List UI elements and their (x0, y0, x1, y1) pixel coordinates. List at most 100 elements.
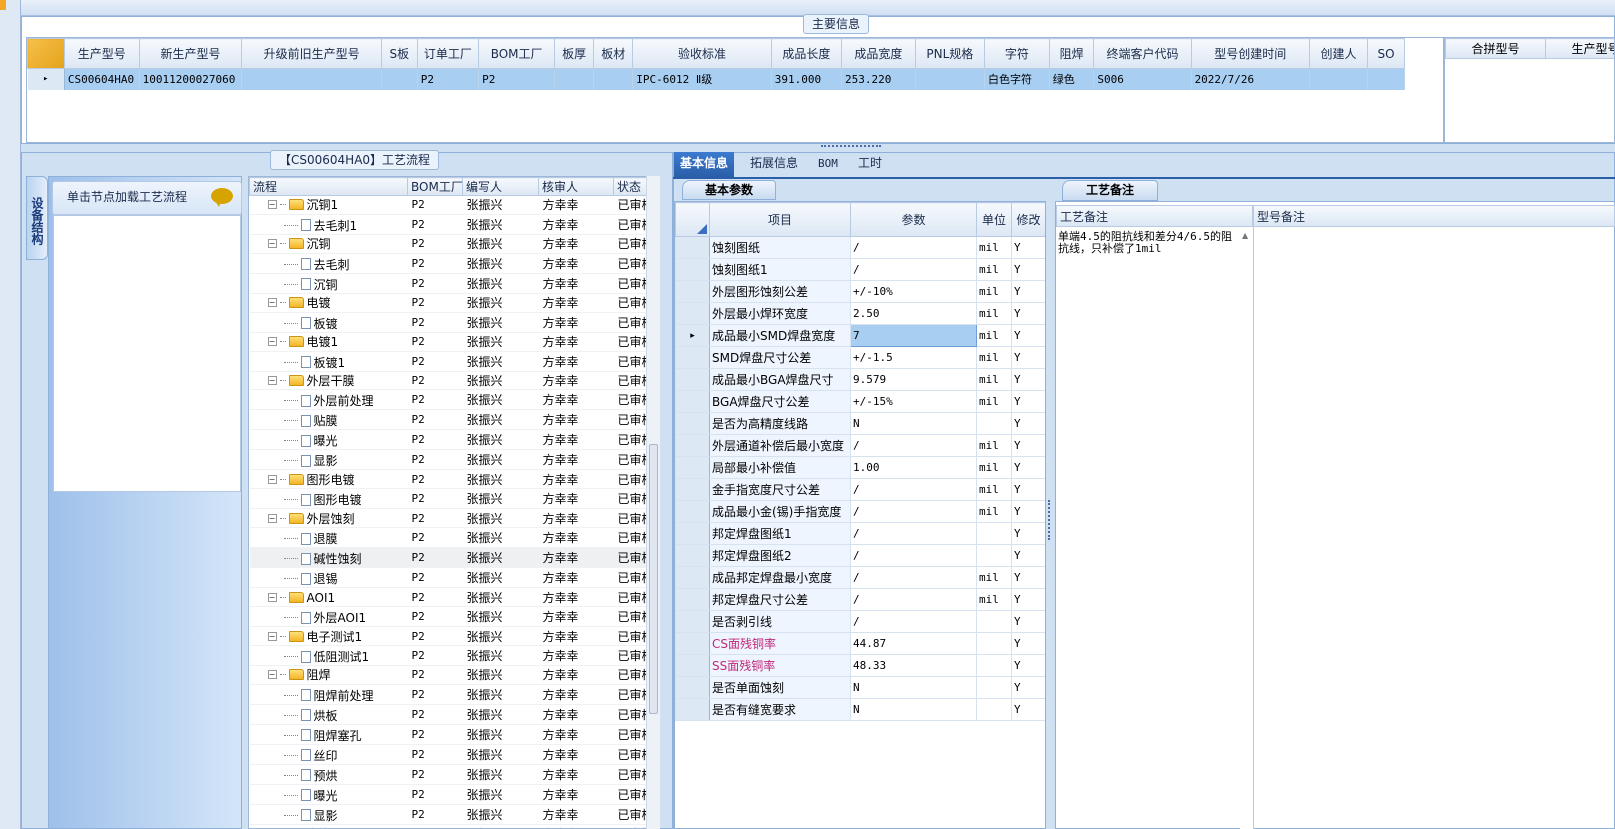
column-header[interactable]: SO (1367, 38, 1405, 69)
table-cell[interactable] (915, 68, 985, 90)
column-header[interactable]: 创建人 (1308, 38, 1369, 69)
param-value[interactable]: / (850, 478, 977, 501)
process-remark-text[interactable]: 单端4.5的阻抗线和差分4/6.5的阻抗线，只补偿了1mil (1058, 231, 1240, 255)
tree-node[interactable]: − 沉铜1 (249, 195, 408, 215)
param-row[interactable]: 蚀刻图纸 / mil Y (675, 236, 1045, 259)
grid-corner[interactable] (675, 202, 710, 237)
column-header[interactable]: 字符 (983, 38, 1050, 69)
table-cell[interactable] (1367, 68, 1405, 90)
param-row[interactable]: CS面残铜率 44.87 Y (675, 632, 1045, 655)
tree-row[interactable]: 碱性蚀刻 P2张振兴方幸幸已审核 (249, 547, 648, 569)
tree-row[interactable]: 板镀 P2张振兴方幸幸已审核 (249, 312, 648, 333)
column-header[interactable]: 项目 (709, 202, 851, 237)
column-header[interactable]: 编写人 (462, 177, 539, 196)
param-modify-flag[interactable]: Y (1011, 412, 1045, 435)
tree-node[interactable]: 外层AOI1 (249, 606, 408, 628)
tree-node[interactable]: − AOI1 (249, 587, 408, 608)
param-value[interactable]: +/-10% (850, 280, 977, 303)
tab-extended-info[interactable]: 拓展信息 (744, 152, 804, 177)
param-value[interactable]: 7 (850, 324, 977, 347)
tree-scrollbar[interactable] (646, 176, 660, 829)
tab-bom[interactable]: BOM (812, 152, 844, 177)
tree-row[interactable]: − AOI1 P2张振兴方幸幸已审核 (249, 587, 648, 608)
tree-node[interactable]: − 外层蚀刻 (249, 508, 408, 529)
column-header[interactable]: 成品长度 (770, 38, 843, 69)
tree-row[interactable]: −字符 P2张振兴方幸幸已审核 (249, 824, 648, 828)
param-row[interactable]: 是否有缝宽要求 N Y (675, 698, 1045, 721)
param-modify-flag[interactable]: Y (1011, 478, 1045, 501)
merge-model-panel[interactable]: 合拼型号 生产型号 (1444, 37, 1615, 143)
param-value[interactable]: N (850, 698, 977, 721)
param-row[interactable]: SMD焊盘尺寸公差 +/-1.5 mil Y (675, 346, 1045, 369)
tree-row[interactable]: 阻焊前处理 P2张振兴方幸幸已审核 (249, 684, 648, 705)
param-row[interactable]: 邦定焊盘尺寸公差 / mil Y (675, 588, 1045, 611)
column-header[interactable]: 流程 (249, 177, 408, 196)
collapse-toggle-icon[interactable]: − (267, 474, 277, 484)
param-row[interactable]: 是否为高精度线路 N Y (675, 412, 1045, 435)
tree-node[interactable]: 去毛刺 (249, 253, 408, 274)
table-cell[interactable] (554, 68, 595, 90)
table-cell[interactable] (241, 68, 382, 90)
column-header[interactable]: BOM工厂 (407, 177, 463, 196)
tree-node[interactable]: 图形电镀 (249, 488, 408, 510)
column-header[interactable]: 验收标准 (632, 38, 772, 69)
speech-bubble-icon[interactable] (211, 188, 233, 207)
tree-node[interactable]: 去毛刺1 (249, 214, 408, 235)
param-row[interactable]: 局部最小补偿值 1.00 mil Y (675, 456, 1045, 479)
tree-node[interactable]: 贴膜 (249, 409, 408, 431)
table-cell[interactable]: CS00604HA0 (64, 68, 140, 90)
tree-node[interactable]: 阻焊前处理 (249, 684, 408, 705)
process-flow-tree[interactable]: 流程BOM工厂编写人核审人状态 −沉铜1P2张振兴方幸幸已审核去毛刺1P2张振兴… (248, 176, 660, 829)
tree-node[interactable]: 沉铜 (249, 273, 408, 294)
tree-node[interactable]: 退锡 (249, 567, 408, 589)
param-value[interactable]: +/-1.5 (850, 346, 977, 369)
param-modify-flag[interactable]: Y (1011, 434, 1045, 457)
tree-row[interactable]: 外层前处理 P2张振兴方幸幸已审核 (249, 389, 648, 411)
tree-row[interactable]: 去毛刺 P2张振兴方幸幸已审核 (249, 253, 648, 274)
tree-row[interactable]: 板镀1 P2张振兴方幸幸已审核 (249, 351, 648, 372)
tree-node[interactable]: 板镀 (249, 312, 408, 333)
collapse-toggle-icon[interactable]: − (267, 593, 277, 603)
tree-node[interactable]: − 外层干膜 (249, 371, 408, 391)
param-value[interactable]: / (850, 434, 977, 457)
tab-basic-params[interactable]: 基本参数 (682, 180, 776, 200)
column-header[interactable]: 成品宽度 (841, 38, 916, 69)
param-modify-flag[interactable]: Y (1011, 368, 1045, 391)
table-cell[interactable]: 白色字符 (984, 68, 1050, 90)
param-row[interactable]: 外层图形蚀刻公差 +/-10% mil Y (675, 280, 1045, 303)
param-modify-flag[interactable]: Y (1011, 566, 1045, 589)
param-row[interactable]: SS面残铜率 48.33 Y (675, 654, 1045, 677)
collapse-toggle-icon[interactable]: − (267, 337, 277, 347)
param-modify-flag[interactable]: Y (1011, 632, 1045, 655)
vertical-splitter[interactable] (1046, 180, 1055, 829)
tree-row[interactable]: − 沉铜1 P2张振兴方幸幸已审核 (249, 195, 648, 215)
tree-node[interactable]: 低阻测试1 (249, 645, 408, 667)
column-header[interactable]: 核审人 (538, 177, 614, 196)
collapse-toggle-icon[interactable]: − (267, 376, 277, 385)
collapse-toggle-icon[interactable]: − (267, 200, 277, 210)
param-modify-flag[interactable]: Y (1011, 654, 1045, 677)
param-row[interactable]: 成品最小BGA焊盘尺寸 9.579 mil Y (675, 368, 1045, 391)
table-cell[interactable] (593, 68, 634, 90)
tree-row[interactable]: − 外层蚀刻 P2张振兴方幸幸已审核 (249, 508, 648, 529)
param-modify-flag[interactable]: Y (1011, 302, 1045, 325)
column-header[interactable]: 状态 (613, 177, 648, 196)
column-header[interactable]: 新生产型号 (138, 38, 243, 69)
tree-row[interactable]: 曝光 P2张振兴方幸幸已审核 (249, 784, 648, 805)
column-header[interactable]: 升级前旧生产型号 (241, 38, 382, 69)
param-modify-flag[interactable]: Y (1011, 236, 1045, 259)
tree-node[interactable]: − 电子测试1 (249, 626, 408, 647)
param-row[interactable]: 蚀刻图纸1/mil Y (675, 258, 1045, 281)
equipment-list[interactable] (53, 215, 241, 492)
table-cell[interactable]: P2 (478, 68, 556, 90)
table-cell[interactable]: 253.220 (841, 68, 916, 90)
param-modify-flag[interactable]: Y (1011, 676, 1045, 699)
param-modify-flag[interactable]: Y (1011, 610, 1045, 633)
column-header[interactable]: 生产型号 (63, 38, 140, 69)
tree-row[interactable]: 外层AOI1 P2张振兴方幸幸已审核 (249, 606, 648, 628)
tree-row[interactable]: 烘板 P2张振兴方幸幸已审核 (249, 704, 648, 725)
param-value[interactable]: 48.33 (850, 654, 977, 677)
column-header[interactable]: 型号创建时间 (1190, 38, 1310, 69)
param-value[interactable]: N (850, 676, 977, 699)
tree-row[interactable]: − 电子测试1 P2张振兴方幸幸已审核 (249, 626, 648, 647)
